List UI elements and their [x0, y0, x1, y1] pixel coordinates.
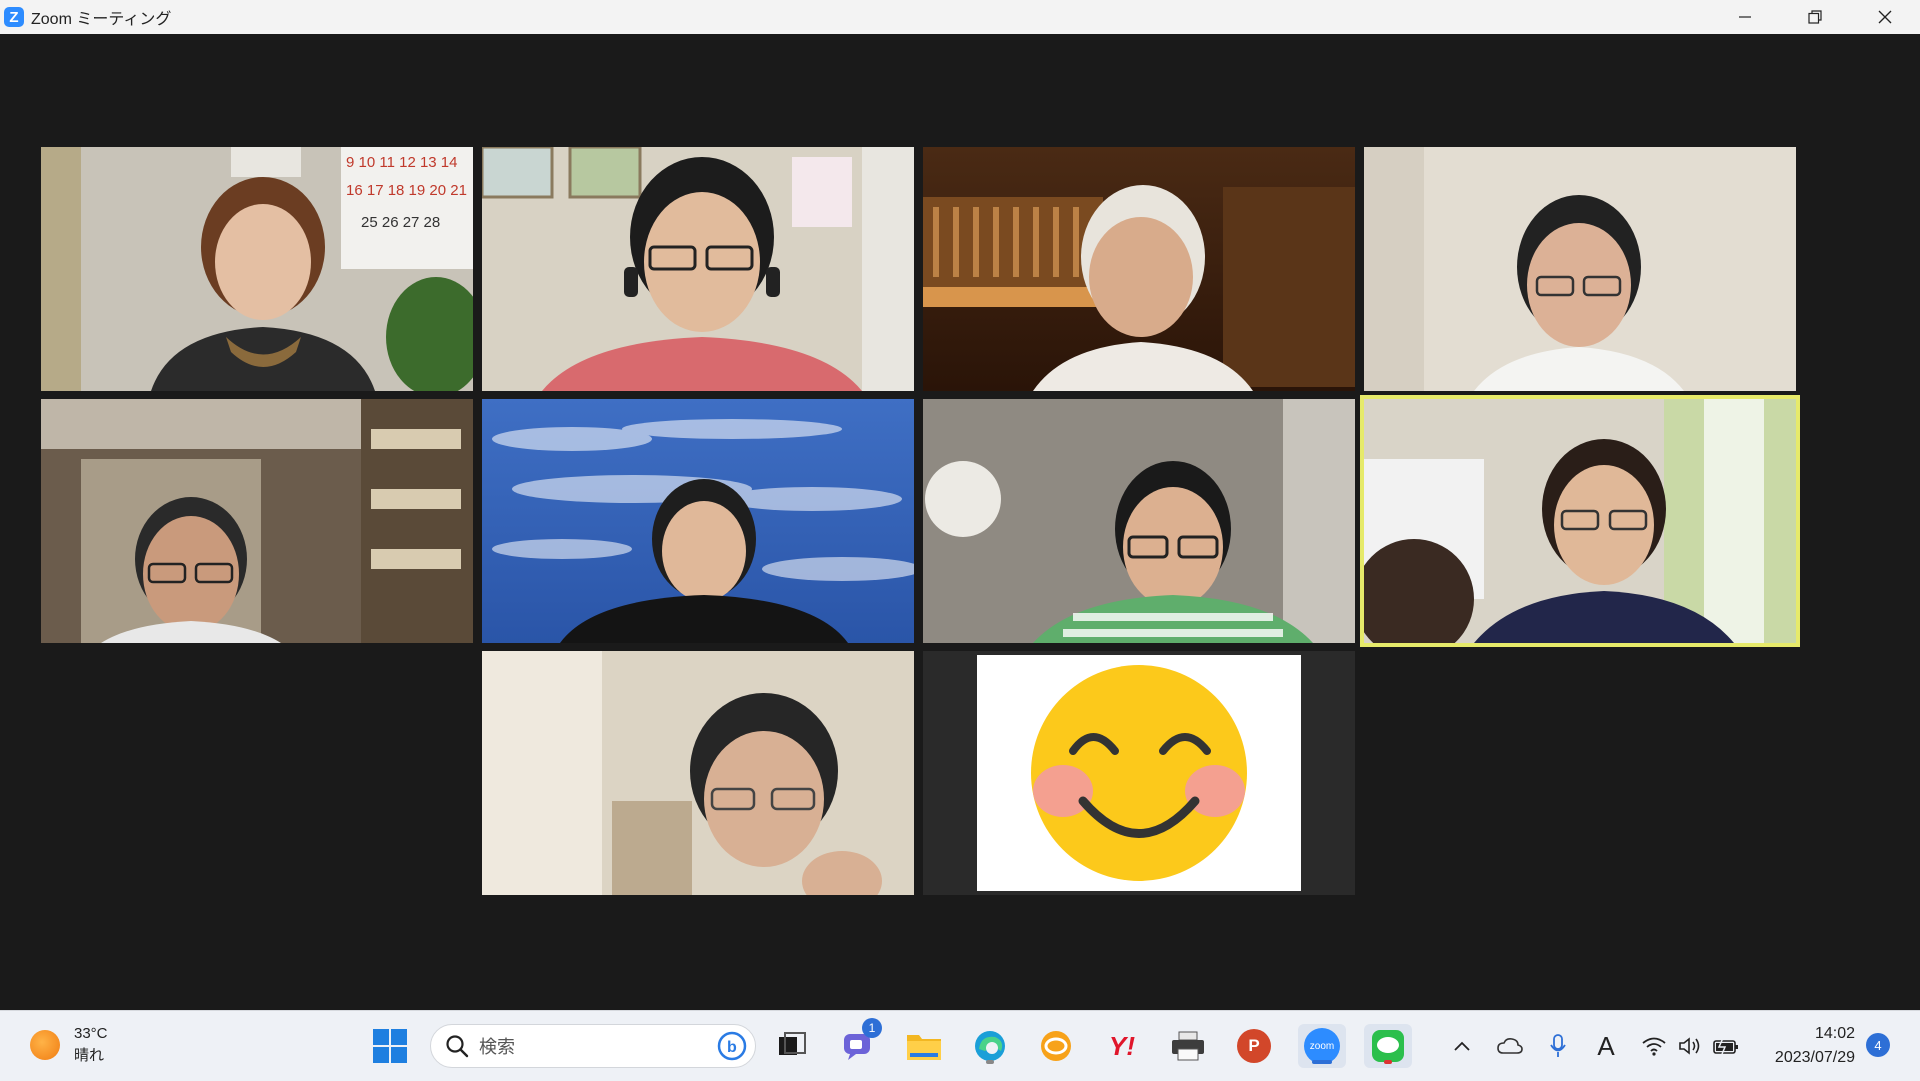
- participant-video-1[interactable]: 9 10 11 12 13 14 16 17 18 19 20 21 25 26…: [41, 147, 473, 391]
- minimize-icon: [1739, 16, 1751, 18]
- yahoo-icon: Y!: [1109, 1030, 1135, 1061]
- calendar-row-1: 9 10 11 12 13 14: [346, 154, 458, 171]
- windows-logo-icon: [373, 1029, 407, 1063]
- close-button[interactable]: [1850, 0, 1920, 34]
- video-frame: 9 10 11 12 13 14 16 17 18 19 20 21 25 26…: [41, 147, 473, 391]
- participant-video-6[interactable]: [482, 399, 914, 643]
- microphone-icon: [1550, 1034, 1566, 1057]
- video-frame: [923, 147, 1355, 391]
- title-bar: Z Zoom ミーティング: [0, 0, 1920, 34]
- printer-icon: [1172, 1031, 1204, 1061]
- edge-browser-button[interactable]: [968, 1024, 1012, 1068]
- participant-video-7[interactable]: [923, 399, 1355, 643]
- calendar-row-2: 16 17 18 19 20 21: [346, 182, 467, 199]
- ime-icon: A: [1597, 1030, 1615, 1061]
- restore-icon: [1808, 10, 1822, 24]
- search-placeholder: 検索: [479, 1037, 515, 1057]
- participant-video-4[interactable]: [1364, 147, 1796, 391]
- task-view-button[interactable]: [770, 1024, 814, 1068]
- participant-video-5[interactable]: [41, 399, 473, 643]
- edge-icon: [975, 1031, 1005, 1061]
- video-frame: [482, 147, 914, 391]
- wifi-icon: [1642, 1037, 1666, 1056]
- video-frame: [923, 399, 1355, 643]
- participant-video-9[interactable]: [482, 651, 914, 895]
- video-frame: [1364, 147, 1796, 391]
- battery-tray-button[interactable]: [1712, 1032, 1740, 1060]
- teams-chat-button[interactable]: 1: [836, 1018, 882, 1068]
- window-title: Zoom ミーティング: [31, 11, 172, 28]
- task-view-icon: [779, 1032, 806, 1055]
- participant-video-2[interactable]: [482, 147, 914, 391]
- avatar-frame: [923, 651, 1355, 895]
- onedrive-tray-button[interactable]: [1496, 1032, 1524, 1060]
- weather-temperature: 33°C: [74, 1025, 108, 1042]
- participant-video-8-active-speaker[interactable]: [1360, 395, 1800, 647]
- smiley-face-icon: [1031, 665, 1247, 881]
- search-icon: [446, 1035, 469, 1058]
- close-icon: [1878, 10, 1892, 24]
- show-hidden-icons-button[interactable]: [1448, 1032, 1476, 1060]
- video-frame: [1364, 399, 1796, 643]
- notification-count-badge[interactable]: 4: [1866, 1033, 1890, 1057]
- volume-tray-button[interactable]: [1676, 1032, 1704, 1060]
- clock-time: 14:02: [1814, 1025, 1855, 1042]
- video-frame: [482, 399, 914, 643]
- meeting-gallery: 9 10 11 12 13 14 16 17 18 19 20 21 25 26…: [0, 34, 1920, 1010]
- ime-mode-indicator[interactable]: A: [1592, 1030, 1620, 1061]
- battery-charging-icon: [1713, 1037, 1738, 1055]
- minimize-button[interactable]: [1710, 0, 1780, 34]
- powerpoint-icon: P: [1237, 1029, 1271, 1063]
- powerpoint-button[interactable]: P: [1232, 1024, 1276, 1068]
- file-explorer-button[interactable]: [902, 1024, 946, 1068]
- weather-condition: 晴れ: [74, 1047, 105, 1064]
- svg-text:b: b: [727, 1039, 737, 1056]
- zoom-icon: zoom: [1304, 1028, 1340, 1064]
- clock-date: 2023/07/29: [1774, 1049, 1855, 1066]
- edge-running-indicator: [986, 1060, 994, 1064]
- line-app-icon: [1372, 1030, 1404, 1062]
- start-button[interactable]: [368, 1024, 412, 1068]
- taskbar-search-box[interactable]: 検索 b: [430, 1024, 756, 1068]
- video-frame: [41, 399, 473, 643]
- line-taskbar-button[interactable]: [1364, 1024, 1412, 1068]
- zoom-app-icon: Z: [4, 7, 24, 27]
- teams-notification-badge: 1: [862, 1018, 882, 1038]
- chevron-up-icon: [1454, 1041, 1470, 1051]
- sun-icon: [30, 1030, 60, 1060]
- wifi-tray-button[interactable]: [1640, 1032, 1668, 1060]
- taskbar-clock[interactable]: 14:02 2023/07/29: [1755, 1022, 1855, 1070]
- cloud-sync-icon: [1497, 1038, 1523, 1054]
- restore-button[interactable]: [1780, 0, 1850, 34]
- calendar-row-3: 25 26 27 28: [361, 214, 440, 231]
- video-frame: [482, 651, 914, 895]
- participant-video-3[interactable]: [923, 147, 1355, 391]
- line-attention-indicator: [1384, 1060, 1392, 1064]
- yahoo-button[interactable]: Y!: [1100, 1024, 1144, 1068]
- participant-avatar-10[interactable]: [923, 651, 1355, 895]
- zoom-taskbar-button[interactable]: zoom: [1298, 1024, 1346, 1068]
- bing-icon[interactable]: b: [717, 1031, 747, 1061]
- printer-app-button[interactable]: [1166, 1024, 1210, 1068]
- chat-bubble-app-icon: [1041, 1031, 1071, 1061]
- zoom-active-indicator: [1312, 1060, 1332, 1064]
- microphone-tray-button[interactable]: [1544, 1032, 1572, 1060]
- app-button-orange[interactable]: [1034, 1024, 1078, 1068]
- folder-icon: [907, 1035, 941, 1060]
- speaker-volume-icon: [1679, 1037, 1700, 1055]
- taskbar: 33°C 晴れ 検索 b 1 Y! P zoom A 14:02 2023/07…: [0, 1010, 1920, 1081]
- weather-widget[interactable]: 33°C 晴れ: [30, 1023, 108, 1067]
